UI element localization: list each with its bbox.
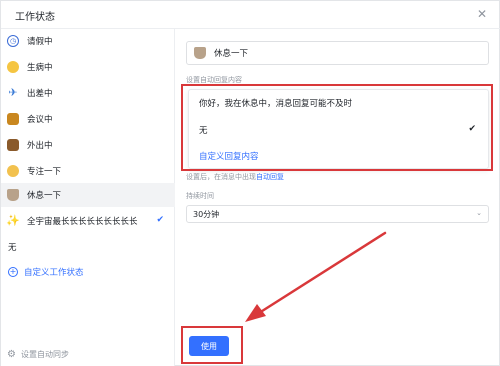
gear-icon: ⚙ — [7, 349, 16, 360]
highlight-box-apply — [181, 326, 243, 364]
hint-link[interactable]: 自动回复 — [256, 173, 284, 181]
duration-label: 持续时间 — [186, 192, 214, 200]
check-icon: ✔ — [156, 215, 164, 225]
dialog-header: 工作状态 ✕ — [1, 1, 500, 29]
auto-sync-label: 设置自动同步 — [20, 350, 69, 359]
plus-circle-icon: + — [8, 267, 18, 277]
auto-reply-hint: 设置后，在消息中出现自动回复 — [186, 172, 284, 182]
meeting-icon — [7, 113, 19, 125]
status-sidebar: ◷ 请假中 生病中 ✈ 出差中 会议中 外出中 专注一下 休息一下 ✨ 全宇宙最… — [1, 29, 175, 366]
dialog-title: 工作状态 — [15, 12, 55, 23]
highlight-box-auto-reply — [181, 84, 493, 171]
sidebar-item-label: 外出中 — [27, 141, 53, 151]
work-status-dialog: 工作状态 ✕ ◷ 请假中 生病中 ✈ 出差中 会议中 外出中 专注一下 休息一下… — [0, 0, 500, 366]
status-name-value: 休息一下 — [214, 49, 249, 59]
sidebar-item-label: 全宇宙最长长长长长长长长长 — [27, 217, 138, 227]
sidebar-item-label: 专注一下 — [27, 167, 62, 177]
coffee-icon — [7, 189, 19, 201]
duration-select[interactable]: 30分钟 ⌄ — [186, 205, 489, 223]
sidebar-item-leave[interactable]: ◷ 请假中 — [1, 29, 175, 53]
close-icon[interactable]: ✕ — [475, 7, 489, 21]
airplane-icon: ✈ — [8, 86, 18, 99]
sidebar-item-label: 生病中 — [27, 63, 53, 73]
chevron-down-icon: ⌄ — [476, 209, 482, 217]
sidebar-item-focus[interactable]: 专注一下 — [1, 159, 175, 183]
sidebar-item-business-trip[interactable]: ✈ 出差中 — [1, 81, 175, 105]
clock-icon: ◷ — [7, 35, 19, 47]
sidebar-item-custom-long[interactable]: ✨ 全宇宙最长长长长长长长长长 ✔ — [1, 209, 175, 233]
status-name-input[interactable]: 休息一下 — [186, 41, 489, 65]
hint-text: 设置后，在消息中出现 — [186, 173, 256, 181]
sidebar-item-label: 会议中 — [27, 115, 53, 125]
coffee-icon — [194, 47, 206, 59]
add-custom-status-label: 自定义工作状态 — [24, 268, 84, 278]
sparkle-icon: ✨ — [6, 214, 20, 227]
sidebar-item-meeting[interactable]: 会议中 — [1, 107, 175, 131]
sick-face-icon — [7, 61, 19, 73]
sidebar-item-label: 出差中 — [27, 89, 53, 99]
sidebar-item-label: 休息一下 — [27, 191, 62, 201]
status-editor: 休息一下 设置自动回复内容 你好，我在休息中，消息回复可能不及时 无 ✔ 自定义… — [176, 29, 500, 366]
briefcase-icon — [7, 139, 19, 151]
duration-value: 30分钟 — [193, 209, 220, 219]
auto-sync-setting[interactable]: ⚙ 设置自动同步 — [7, 349, 69, 360]
focus-face-icon — [7, 165, 19, 177]
sidebar-item-out[interactable]: 外出中 — [1, 133, 175, 157]
sidebar-item-rest[interactable]: 休息一下 — [1, 183, 175, 207]
sidebar-item-sick[interactable]: 生病中 — [1, 55, 175, 79]
sidebar-item-none[interactable]: 无 — [8, 241, 17, 253]
sidebar-item-label: 请假中 — [27, 37, 53, 47]
add-custom-status-button[interactable]: + 自定义工作状态 — [8, 266, 84, 278]
